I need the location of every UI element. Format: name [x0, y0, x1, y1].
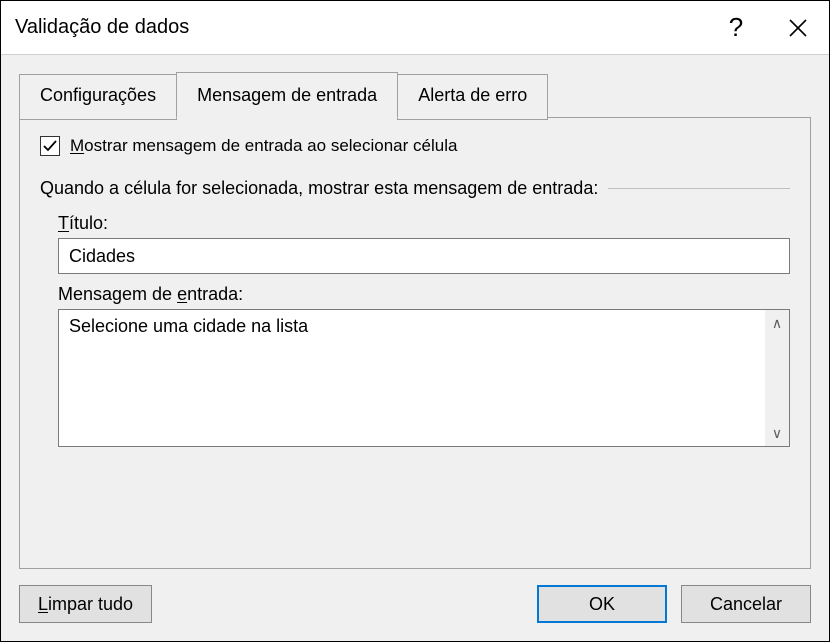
tab-panel-input-message: Mostrar mensagem de entrada ao seleciona… — [19, 117, 811, 569]
tab-label: Alerta de erro — [418, 85, 527, 105]
show-message-checkbox[interactable] — [40, 136, 60, 156]
ok-button[interactable]: OK — [537, 585, 667, 623]
checkmark-icon — [42, 138, 58, 154]
title-field-label: Título: — [58, 213, 790, 234]
title-input[interactable] — [58, 238, 790, 274]
tab-label: Mensagem de entrada — [197, 85, 377, 105]
scroll-down-icon[interactable]: ∨ — [772, 426, 782, 440]
cancel-button[interactable]: Cancelar — [681, 585, 811, 623]
data-validation-dialog: Validação de dados ? Configurações Mensa… — [0, 0, 830, 642]
tab-settings[interactable]: Configurações — [19, 74, 177, 120]
scrollbar: ∧ ∨ — [765, 310, 789, 446]
close-button[interactable] — [767, 1, 829, 54]
message-textarea[interactable] — [59, 310, 765, 446]
titlebar-controls: ? — [705, 1, 829, 54]
right-button-group: OK Cancelar — [537, 585, 811, 623]
scroll-up-icon[interactable]: ∧ — [772, 316, 782, 330]
legend-divider — [608, 188, 790, 189]
message-textarea-wrap: ∧ ∨ — [58, 309, 790, 447]
tab-strip: Configurações Mensagem de entrada Alerta… — [19, 71, 811, 117]
show-message-row: Mostrar mensagem de entrada ao seleciona… — [40, 136, 790, 156]
field-group: Título: Mensagem de entrada: ∧ ∨ — [40, 213, 790, 447]
tab-input-message[interactable]: Mensagem de entrada — [176, 72, 398, 118]
close-icon — [788, 18, 808, 38]
help-icon: ? — [729, 12, 743, 43]
message-field-label: Mensagem de entrada: — [58, 284, 790, 305]
when-selected-legend: Quando a célula for selecionada, mostrar… — [40, 178, 790, 199]
tab-error-alert[interactable]: Alerta de erro — [397, 74, 548, 120]
dialog-title: Validação de dados — [15, 16, 189, 39]
tab-label: Configurações — [40, 85, 156, 105]
help-button[interactable]: ? — [705, 1, 767, 54]
dialog-button-row: Limpar tudo OK Cancelar — [1, 569, 829, 641]
titlebar: Validação de dados ? — [1, 1, 829, 55]
when-selected-label: Quando a célula for selecionada, mostrar… — [40, 178, 598, 199]
clear-all-button[interactable]: Limpar tudo — [19, 585, 152, 623]
show-message-label: Mostrar mensagem de entrada ao seleciona… — [70, 136, 457, 156]
dialog-content: Configurações Mensagem de entrada Alerta… — [1, 55, 829, 569]
